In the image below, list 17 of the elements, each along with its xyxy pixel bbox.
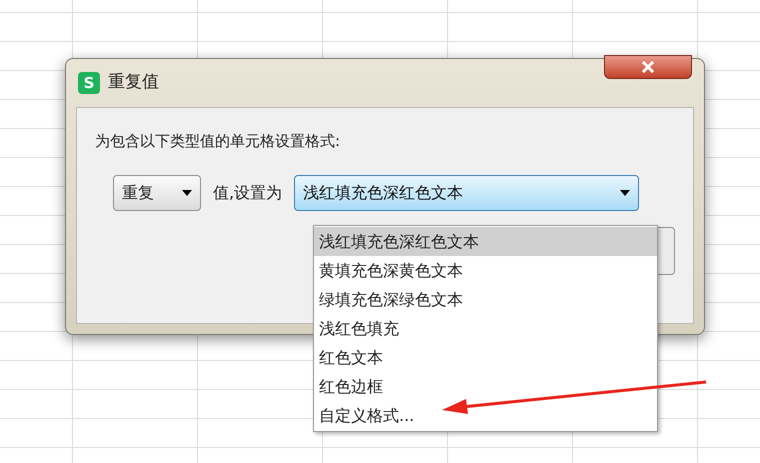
caret-icon [182, 190, 192, 196]
close-icon [641, 61, 655, 73]
dropdown-option[interactable]: 绿填充色深绿色文本 [314, 285, 657, 314]
close-button[interactable] [604, 55, 692, 79]
dropdown-option[interactable]: 红色文本 [314, 343, 657, 372]
dropdown-option[interactable]: 浅红色填充 [314, 314, 657, 343]
prompt-text: 为包含以下类型值的单元格设置格式: [95, 131, 342, 152]
dropdown-option[interactable]: 红色边框 [314, 372, 657, 401]
caret-icon [620, 190, 630, 196]
format-dropdown[interactable]: 浅红填充色深红色文本 [294, 174, 640, 210]
value-label: 值,设置为 [213, 182, 282, 204]
dropdown-option[interactable]: 浅红填充色深红色文本 [314, 227, 657, 256]
dropdown-option[interactable]: 自定义格式... [314, 401, 657, 430]
condition-dropdown[interactable]: 重复 [113, 174, 201, 210]
app-logo: S [78, 72, 100, 94]
dropdown-option[interactable]: 黄填充色深黄色文本 [314, 256, 657, 285]
window-title: 重复值 [108, 71, 159, 94]
